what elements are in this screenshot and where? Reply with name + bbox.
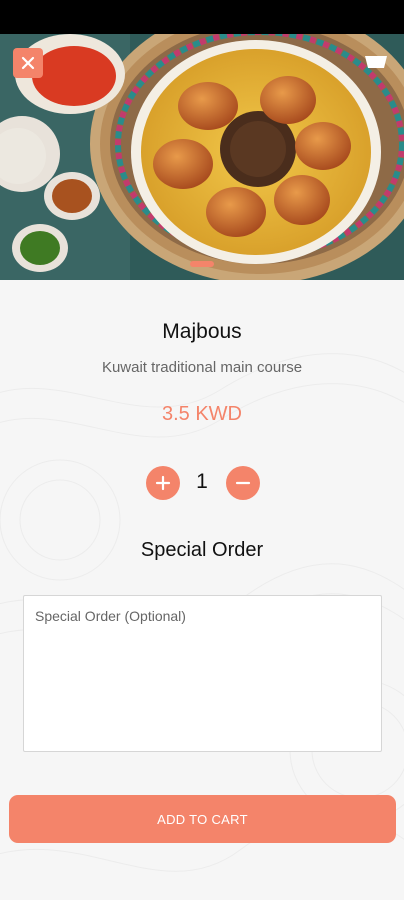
- minus-icon: [235, 481, 251, 485]
- special-order-heading: Special Order: [140, 539, 264, 561]
- add-to-cart-button[interactable]: ADD TO CART: [9, 795, 396, 843]
- cart-icon: [365, 56, 387, 68]
- carousel-indicator: [190, 261, 214, 267]
- plus-icon: [155, 475, 171, 491]
- decrease-quantity-button[interactable]: [226, 466, 260, 500]
- quantity-value: 1: [196, 470, 208, 493]
- close-button[interactable]: [13, 48, 43, 78]
- product-details: Majbous Kuwait traditional main course 3…: [0, 280, 404, 900]
- close-icon: [21, 56, 35, 70]
- increase-quantity-button[interactable]: [146, 466, 180, 500]
- product-name: Majbous: [162, 320, 242, 343]
- product-price: 3.5 KWD: [161, 403, 243, 425]
- product-description: Kuwait traditional main course: [101, 359, 303, 376]
- status-bar: [0, 0, 404, 34]
- special-order-input[interactable]: [23, 595, 382, 752]
- cart-button[interactable]: [360, 50, 392, 76]
- food-photo-illustration: [0, 34, 404, 280]
- quantity-stepper: 1: [0, 466, 404, 500]
- product-image: [0, 34, 404, 280]
